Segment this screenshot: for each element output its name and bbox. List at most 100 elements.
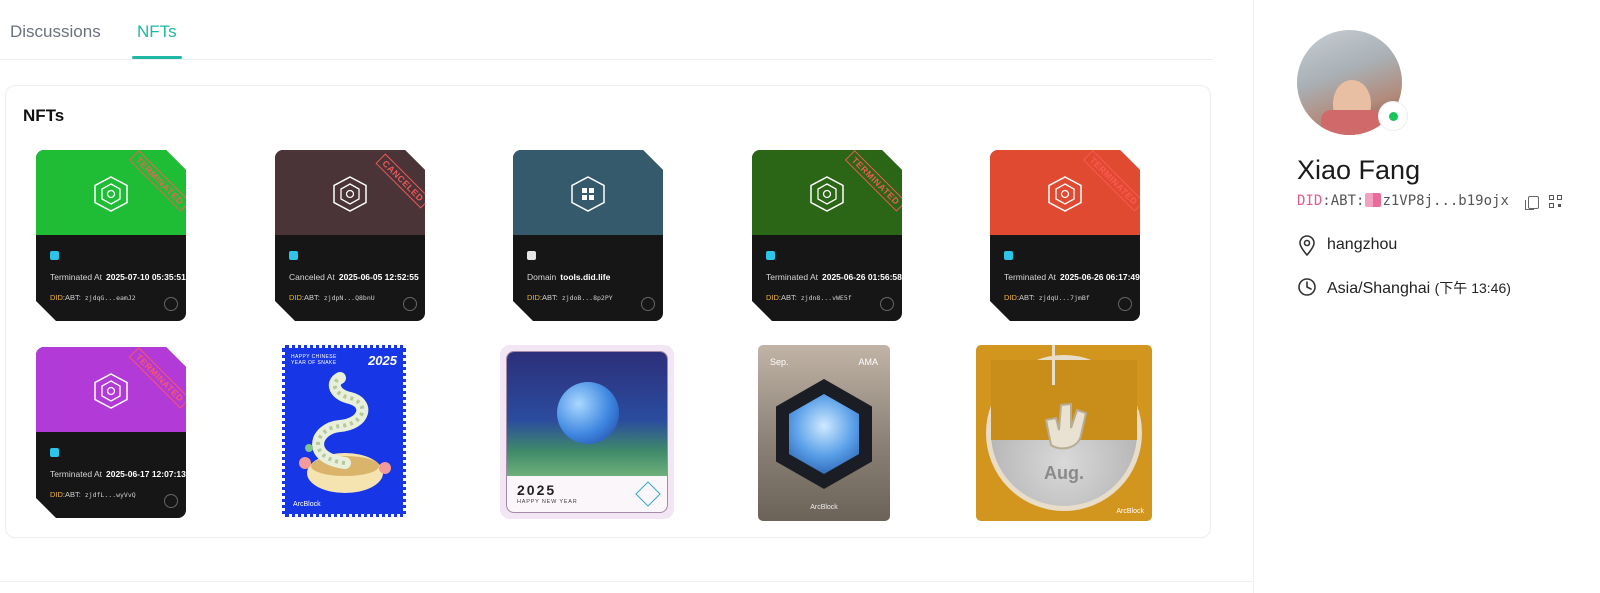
did-method: :ABT: <box>301 293 320 302</box>
nft-ama-badge[interactable]: Sep. AMA ArcBlock <box>758 345 890 521</box>
status-value: 2025-06-05 12:52:55 <box>338 272 419 282</box>
hexagon-grid-icon <box>571 176 605 212</box>
tab-discussions[interactable]: Discussions <box>10 22 101 42</box>
app-icon <box>527 251 536 260</box>
local-time: (下午 13:46) <box>1434 280 1511 296</box>
app-icon <box>50 448 59 457</box>
location-pin-icon <box>1299 235 1315 257</box>
nft-new-year-earth[interactable]: 2025 HAPPY NEW YEAR <box>500 345 674 519</box>
did-address: zjdqG...eamJ2 <box>80 294 136 302</box>
earth-card-frame: 2025 HAPPY NEW YEAR <box>506 351 668 513</box>
status-row: Terminated At 2025-06-26 01:56:58 <box>766 272 902 282</box>
nft-snake-stamp[interactable]: HAPPY CHINESE YEAR OF SNAKE 2025 ArcBloc… <box>282 345 406 517</box>
did-prefix: DID <box>50 293 63 302</box>
did-prefix: DID <box>289 293 302 302</box>
did-method: :ABT: <box>62 293 81 302</box>
did-address: zjdpN...Q8bnU <box>319 294 375 302</box>
profile-name: Xiao Fang <box>1297 155 1421 185</box>
status-label: Terminated At <box>50 272 102 282</box>
qrcode-icon[interactable] <box>1549 195 1563 209</box>
panel-title: NFTs <box>23 106 65 125</box>
card-did: DID:ABT: zjdqU...7jmBf <box>1004 293 1090 302</box>
status-value: tools.did.life <box>560 272 611 282</box>
did-address: zjdoB...8p2PY <box>557 294 613 302</box>
status-row: Terminated At 2025-07-10 05:35:51 <box>50 272 186 282</box>
timezone-text: Asia/Shanghai (下午 13:46) <box>1327 278 1511 298</box>
arcblock-logo-icon <box>403 297 417 311</box>
did-prefix: DID <box>50 490 63 499</box>
did-address: zjdn8...vWE5f <box>796 294 852 302</box>
profile-did: DID:ABT: z1VP8j...b19ojx <box>1297 193 1509 209</box>
did-prefix: DID <box>527 293 540 302</box>
online-dot-icon <box>1389 112 1398 121</box>
aug-label: Aug. <box>1044 463 1084 483</box>
timezone-name: Asia/Shanghai <box>1327 280 1431 297</box>
did-method: :ABT: <box>62 490 81 499</box>
did-address: zjdfL...wyVvQ <box>80 491 136 499</box>
hexagon-cube-icon <box>94 373 128 409</box>
nft-passport-card[interactable]: TERMINATED Terminated At 2025-06-26 06:17:… <box>990 150 1140 321</box>
arcblock-logo-icon <box>880 297 894 311</box>
tab-nfts[interactable]: NFTs <box>137 22 177 42</box>
status-row: Terminated At 2025-06-26 06:17:49 <box>1004 272 1140 282</box>
hexagon-cube-icon <box>810 176 844 212</box>
copy-icon[interactable] <box>1525 196 1539 210</box>
status-label: Terminated At <box>766 272 818 282</box>
status-value: 2025-06-26 01:56:58 <box>821 272 902 282</box>
stamp-caption: HAPPY CHINESE YEAR OF SNAKE <box>291 354 337 366</box>
ama-tag: AMA <box>858 357 878 367</box>
ama-month: Sep. <box>770 357 789 367</box>
did-address: z1VP8j...b19ojx <box>1382 193 1509 209</box>
status-value: 2025-07-10 05:35:51 <box>105 272 186 282</box>
card-did: DID:ABT: zjdoB...8p2PY <box>527 293 613 302</box>
arcblock-cube-icon <box>635 481 661 507</box>
app-icon <box>766 251 775 260</box>
app-icon <box>289 251 298 260</box>
status-row: Domain tools.did.life <box>527 272 610 282</box>
avatar-scarf <box>1321 110 1383 135</box>
snake-illustration <box>299 372 391 493</box>
app-icon <box>1004 251 1013 260</box>
active-tab-indicator <box>132 56 182 59</box>
status-label: Canceled At <box>289 272 335 282</box>
status-label: Terminated At <box>50 469 102 479</box>
did-address: zjdqU...7jmBf <box>1034 294 1090 302</box>
did-method: :ABT: <box>778 293 797 302</box>
stamp-brand: ArcBlock <box>293 501 321 508</box>
stamp-year: 2025 <box>368 353 397 368</box>
nft-passport-card[interactable]: TERMINATED Terminated At 2025-07-10 05:35:… <box>36 150 186 321</box>
nft-passport-card[interactable]: CANCELED Canceled At 2025-06-05 12:52:55 DI… <box>275 150 425 321</box>
arcblock-logo-icon <box>1118 297 1132 311</box>
arcblock-logo-icon <box>164 494 178 508</box>
did-avatar-icon <box>1365 193 1382 207</box>
did-method: :ABT: <box>539 293 558 302</box>
status-label: Domain <box>527 272 557 282</box>
sidebar-divider <box>1253 0 1254 593</box>
nft-passport-card[interactable]: Domain tools.did.life DID:ABT: zjdoB...8p2… <box>513 150 663 321</box>
status-label: Terminated At <box>1004 272 1056 282</box>
card-did: DID:ABT: zjdqG...eamJ2 <box>50 293 136 302</box>
clock-icon <box>1298 278 1316 296</box>
hexagon-cube-icon <box>94 176 128 212</box>
arcblock-logo-icon <box>641 297 655 311</box>
did-prefix: DID <box>1004 293 1017 302</box>
bottom-divider <box>0 581 1253 582</box>
hand-gesture-icon <box>1044 402 1088 450</box>
medal-divider <box>1052 345 1055 385</box>
aug-brand: ArcBlock <box>1116 508 1144 515</box>
earth-year: 2025 <box>517 482 557 498</box>
status-value: 2025-06-26 06:17:49 <box>1059 272 1140 282</box>
nft-aug-badge[interactable]: Aug. ArcBlock <box>976 345 1152 521</box>
card-did: DID:ABT: zjdn8...vWE5f <box>766 293 852 302</box>
did-prefix: DID <box>1297 193 1323 209</box>
card-did: DID:ABT: zjdfL...wyVvQ <box>50 490 136 499</box>
app-icon <box>50 251 59 260</box>
did-method: :ABT: <box>1322 193 1365 209</box>
status-row: Terminated At 2025-06-17 12:07:13 <box>50 469 186 479</box>
nft-passport-card[interactable]: TERMINATED Terminated At 2025-06-17 12:07:… <box>36 347 186 518</box>
arcblock-logo-icon <box>164 297 178 311</box>
profile-tabs: Discussions NFTs <box>0 0 1213 60</box>
earth-caption: HAPPY NEW YEAR <box>517 499 578 505</box>
nft-passport-card[interactable]: TERMINATED Terminated At 2025-06-26 01:56:… <box>752 150 902 321</box>
ama-brand: ArcBlock <box>810 504 838 511</box>
